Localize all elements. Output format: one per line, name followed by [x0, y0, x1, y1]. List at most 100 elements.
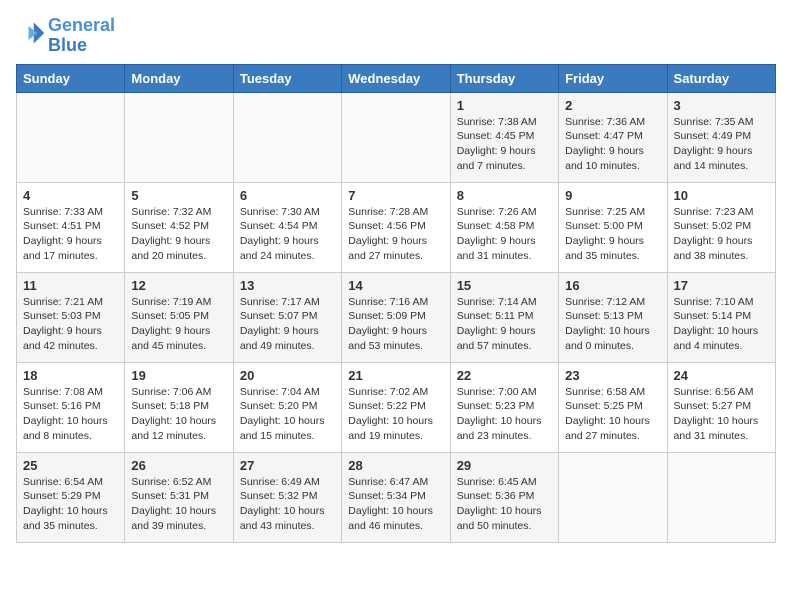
day-detail: Sunrise: 6:45 AM Sunset: 5:36 PM Dayligh… — [457, 476, 542, 532]
calendar-cell: 28 Sunrise: 6:47 AM Sunset: 5:34 PM Dayli… — [342, 452, 450, 542]
week-row-2: 4 Sunrise: 7:33 AM Sunset: 4:51 PM Daylig… — [17, 182, 776, 272]
day-number: 18 — [23, 368, 118, 383]
day-number: 23 — [565, 368, 660, 383]
day-detail: Sunrise: 7:38 AM Sunset: 4:45 PM Dayligh… — [457, 116, 537, 172]
day-detail: Sunrise: 6:52 AM Sunset: 5:31 PM Dayligh… — [131, 476, 216, 532]
logo-text: GeneralBlue — [48, 16, 115, 56]
day-number: 15 — [457, 278, 552, 293]
calendar-cell: 14 Sunrise: 7:16 AM Sunset: 5:09 PM Dayli… — [342, 272, 450, 362]
day-number: 16 — [565, 278, 660, 293]
calendar-cell: 17 Sunrise: 7:10 AM Sunset: 5:14 PM Dayli… — [667, 272, 775, 362]
day-number: 28 — [348, 458, 443, 473]
calendar-cell — [559, 452, 667, 542]
day-number: 5 — [131, 188, 226, 203]
day-number: 10 — [674, 188, 769, 203]
day-number: 21 — [348, 368, 443, 383]
day-detail: Sunrise: 7:17 AM Sunset: 5:07 PM Dayligh… — [240, 296, 320, 352]
calendar-cell: 21 Sunrise: 7:02 AM Sunset: 5:22 PM Dayli… — [342, 362, 450, 452]
day-detail: Sunrise: 7:04 AM Sunset: 5:20 PM Dayligh… — [240, 386, 325, 442]
day-number: 19 — [131, 368, 226, 383]
calendar-body: 1 Sunrise: 7:38 AM Sunset: 4:45 PM Daylig… — [17, 92, 776, 542]
week-row-5: 25 Sunrise: 6:54 AM Sunset: 5:29 PM Dayli… — [17, 452, 776, 542]
day-detail: Sunrise: 7:12 AM Sunset: 5:13 PM Dayligh… — [565, 296, 650, 352]
calendar-cell — [342, 92, 450, 182]
calendar-cell — [233, 92, 341, 182]
day-detail: Sunrise: 7:30 AM Sunset: 4:54 PM Dayligh… — [240, 206, 320, 262]
day-number: 3 — [674, 98, 769, 113]
calendar-cell: 18 Sunrise: 7:08 AM Sunset: 5:16 PM Dayli… — [17, 362, 125, 452]
day-detail: Sunrise: 6:49 AM Sunset: 5:32 PM Dayligh… — [240, 476, 325, 532]
calendar-cell: 8 Sunrise: 7:26 AM Sunset: 4:58 PM Daylig… — [450, 182, 558, 272]
day-detail: Sunrise: 7:25 AM Sunset: 5:00 PM Dayligh… — [565, 206, 645, 262]
day-detail: Sunrise: 7:06 AM Sunset: 5:18 PM Dayligh… — [131, 386, 216, 442]
calendar-cell: 12 Sunrise: 7:19 AM Sunset: 5:05 PM Dayli… — [125, 272, 233, 362]
column-header-wednesday: Wednesday — [342, 64, 450, 92]
column-header-tuesday: Tuesday — [233, 64, 341, 92]
day-detail: Sunrise: 7:16 AM Sunset: 5:09 PM Dayligh… — [348, 296, 428, 352]
day-number: 20 — [240, 368, 335, 383]
calendar-cell: 1 Sunrise: 7:38 AM Sunset: 4:45 PM Daylig… — [450, 92, 558, 182]
day-number: 12 — [131, 278, 226, 293]
calendar-cell: 24Sunrise: 6:56 AM Sunset: 5:27 PM Dayli… — [667, 362, 775, 452]
day-number: 13 — [240, 278, 335, 293]
calendar-cell: 6Sunrise: 7:30 AM Sunset: 4:54 PM Daylig… — [233, 182, 341, 272]
day-detail: Sunrise: 7:28 AM Sunset: 4:56 PM Dayligh… — [348, 206, 428, 262]
calendar-cell: 4 Sunrise: 7:33 AM Sunset: 4:51 PM Daylig… — [17, 182, 125, 272]
calendar-cell: 9 Sunrise: 7:25 AM Sunset: 5:00 PM Daylig… — [559, 182, 667, 272]
calendar-cell — [125, 92, 233, 182]
day-detail: Sunrise: 7:36 AM Sunset: 4:47 PM Dayligh… — [565, 116, 645, 172]
day-number: 8 — [457, 188, 552, 203]
calendar-cell: 10Sunrise: 7:23 AM Sunset: 5:02 PM Dayli… — [667, 182, 775, 272]
day-number: 4 — [23, 188, 118, 203]
day-number: 26 — [131, 458, 226, 473]
day-number: 9 — [565, 188, 660, 203]
day-detail: Sunrise: 7:26 AM Sunset: 4:58 PM Dayligh… — [457, 206, 537, 262]
day-number: 27 — [240, 458, 335, 473]
calendar-cell: 15 Sunrise: 7:14 AM Sunset: 5:11 PM Dayli… — [450, 272, 558, 362]
day-detail: Sunrise: 7:21 AM Sunset: 5:03 PM Dayligh… — [23, 296, 103, 352]
calendar-cell: 26 Sunrise: 6:52 AM Sunset: 5:31 PM Dayli… — [125, 452, 233, 542]
calendar-cell: 7Sunrise: 7:28 AM Sunset: 4:56 PM Daylig… — [342, 182, 450, 272]
calendar-cell: 16 Sunrise: 7:12 AM Sunset: 5:13 PM Dayli… — [559, 272, 667, 362]
column-header-friday: Friday — [559, 64, 667, 92]
day-detail: Sunrise: 6:54 AM Sunset: 5:29 PM Dayligh… — [23, 476, 108, 532]
calendar-cell: 19 Sunrise: 7:06 AM Sunset: 5:18 PM Dayli… — [125, 362, 233, 452]
calendar-cell: 3 Sunrise: 7:35 AM Sunset: 4:49 PM Daylig… — [667, 92, 775, 182]
column-header-sunday: Sunday — [17, 64, 125, 92]
day-detail: Sunrise: 7:14 AM Sunset: 5:11 PM Dayligh… — [457, 296, 537, 352]
day-detail: Sunrise: 6:56 AM Sunset: 5:27 PM Dayligh… — [674, 386, 759, 442]
day-detail: Sunrise: 7:19 AM Sunset: 5:05 PM Dayligh… — [131, 296, 211, 352]
page-header: GeneralBlue — [16, 16, 776, 56]
logo: GeneralBlue — [16, 16, 115, 56]
calendar-cell: 27 Sunrise: 6:49 AM Sunset: 5:32 PM Dayli… — [233, 452, 341, 542]
calendar-cell — [17, 92, 125, 182]
week-row-3: 11 Sunrise: 7:21 AM Sunset: 5:03 PM Dayli… — [17, 272, 776, 362]
calendar-cell: 20 Sunrise: 7:04 AM Sunset: 5:20 PM Dayli… — [233, 362, 341, 452]
day-detail: Sunrise: 7:33 AM Sunset: 4:51 PM Dayligh… — [23, 206, 103, 262]
column-header-monday: Monday — [125, 64, 233, 92]
calendar-cell: 2 Sunrise: 7:36 AM Sunset: 4:47 PM Daylig… — [559, 92, 667, 182]
week-row-1: 1 Sunrise: 7:38 AM Sunset: 4:45 PM Daylig… — [17, 92, 776, 182]
day-number: 1 — [457, 98, 552, 113]
day-number: 11 — [23, 278, 118, 293]
calendar-cell: 22 Sunrise: 7:00 AM Sunset: 5:23 PM Dayli… — [450, 362, 558, 452]
logo-icon — [18, 19, 46, 47]
day-detail: Sunrise: 7:08 AM Sunset: 5:16 PM Dayligh… — [23, 386, 108, 442]
day-detail: Sunrise: 7:00 AM Sunset: 5:23 PM Dayligh… — [457, 386, 542, 442]
calendar-cell — [667, 452, 775, 542]
day-number: 14 — [348, 278, 443, 293]
day-number: 22 — [457, 368, 552, 383]
column-headers-row: SundayMondayTuesdayWednesdayThursdayFrid… — [17, 64, 776, 92]
day-number: 17 — [674, 278, 769, 293]
calendar-cell: 23 Sunrise: 6:58 AM Sunset: 5:25 PM Dayli… — [559, 362, 667, 452]
calendar-cell: 13 Sunrise: 7:17 AM Sunset: 5:07 PM Dayli… — [233, 272, 341, 362]
day-detail: Sunrise: 6:47 AM Sunset: 5:34 PM Dayligh… — [348, 476, 433, 532]
column-header-thursday: Thursday — [450, 64, 558, 92]
day-number: 25 — [23, 458, 118, 473]
day-number: 2 — [565, 98, 660, 113]
calendar-table: SundayMondayTuesdayWednesdayThursdayFrid… — [16, 64, 776, 543]
day-detail: Sunrise: 7:10 AM Sunset: 5:14 PM Dayligh… — [674, 296, 759, 352]
day-detail: Sunrise: 7:35 AM Sunset: 4:49 PM Dayligh… — [674, 116, 754, 172]
day-detail: Sunrise: 7:02 AM Sunset: 5:22 PM Dayligh… — [348, 386, 433, 442]
day-detail: Sunrise: 6:58 AM Sunset: 5:25 PM Dayligh… — [565, 386, 650, 442]
